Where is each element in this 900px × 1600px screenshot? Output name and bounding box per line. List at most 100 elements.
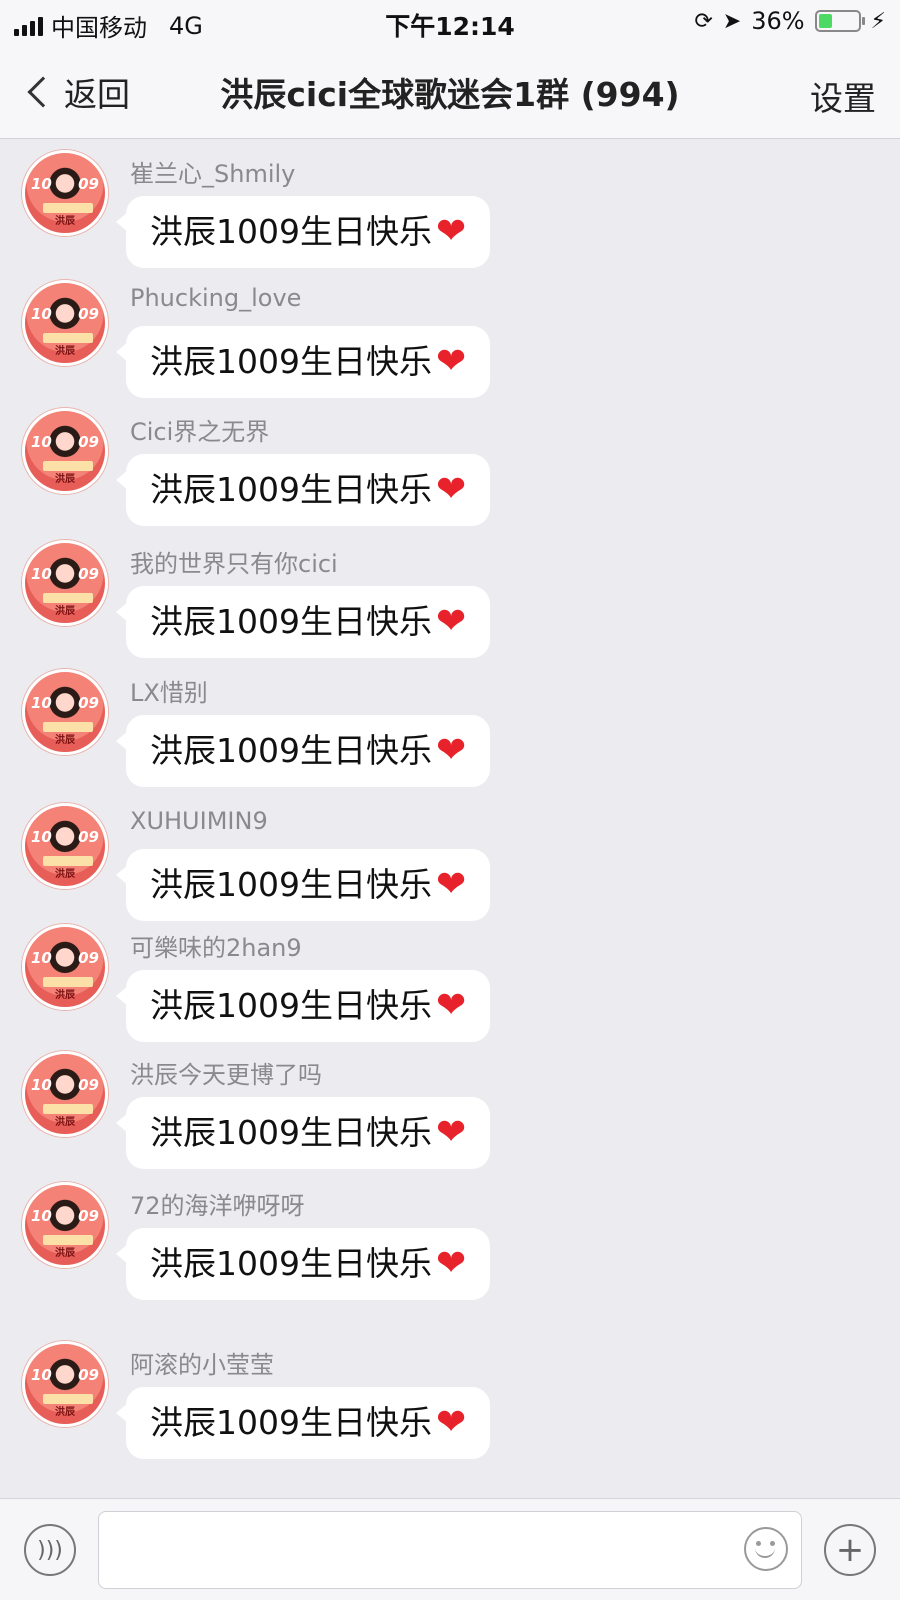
message-input[interactable] <box>98 1511 802 1589</box>
message-bubble[interactable]: 洪辰1009生日快乐 ❤ <box>116 715 491 787</box>
message-bubble[interactable]: 洪辰1009生日快乐 ❤ <box>116 1387 491 1459</box>
avatar[interactable]: 10 09 洪辰 <box>22 280 108 366</box>
bubble-tail <box>116 342 128 362</box>
heart-icon: ❤ <box>435 985 467 1026</box>
avatar-digits-left: 10 <box>31 1366 52 1384</box>
group-title: 洪辰cici全球歌迷会1群 (994) <box>220 75 680 114</box>
avatar-tag: 洪辰 <box>55 990 75 1001</box>
avatar-digits-right: 09 <box>78 694 99 712</box>
avatar-digits: 10 09 <box>25 305 105 323</box>
bubble-tail <box>116 986 128 1006</box>
avatar-tag: 洪辰 <box>55 1407 75 1418</box>
message-bubble[interactable]: 洪辰1009生日快乐 ❤ <box>116 454 491 526</box>
sender-name: 可樂味的2han9 <box>130 934 302 962</box>
message-bubble[interactable]: 洪辰1009生日快乐 ❤ <box>116 196 491 268</box>
input-bar: ))) + <box>0 1498 900 1600</box>
back-button[interactable]: 返回 <box>24 68 130 116</box>
avatar[interactable]: 10 09 洪辰 <box>22 540 108 626</box>
message-text: 洪辰1009生日快乐 <box>150 1113 432 1152</box>
avatar[interactable]: 10 09 洪辰 <box>22 669 108 755</box>
avatar-tag: 洪辰 <box>55 735 75 746</box>
avatar-digits-left: 10 <box>31 949 52 967</box>
avatar-digits-left: 10 <box>31 828 52 846</box>
sender-name: 洪辰今天更博了吗 <box>130 1061 322 1089</box>
avatar-tag: 洪辰 <box>55 346 75 357</box>
sender-name: 阿滚的小莹莹 <box>130 1351 274 1379</box>
avatar-tag: 洪辰 <box>55 869 75 880</box>
avatar[interactable]: 10 09 洪辰 <box>22 1341 108 1427</box>
avatar-digits-left: 10 <box>31 175 52 193</box>
avatar-digits: 10 09 <box>25 565 105 583</box>
message-bubble[interactable]: 洪辰1009生日快乐 ❤ <box>116 1228 491 1300</box>
avatar[interactable]: 10 09 洪辰 <box>22 924 108 1010</box>
emoji-icon[interactable] <box>744 1527 788 1571</box>
orientation-lock-icon: ⟳ <box>694 8 713 34</box>
avatar[interactable]: 10 09 洪辰 <box>22 1182 108 1268</box>
avatar-digits: 10 09 <box>25 175 105 193</box>
chat-message-list[interactable]: 10 09 洪辰 崔兰心_Shmily 洪辰1009生日快乐 ❤ 10 09 洪辰 Phuckin… <box>0 140 900 1498</box>
heart-icon: ❤ <box>435 601 467 642</box>
avatar-digits-left: 10 <box>31 565 52 583</box>
message-text: 洪辰1009生日快乐 <box>150 470 432 509</box>
bubble-tail <box>116 731 128 751</box>
back-label: 返回 <box>64 75 130 114</box>
bubble-tail <box>116 470 128 490</box>
message-text: 洪辰1009生日快乐 <box>150 865 432 904</box>
avatar-digits: 10 09 <box>25 949 105 967</box>
avatar-digits-left: 10 <box>31 1076 52 1094</box>
sender-name: 72的海洋咿呀呀 <box>130 1192 305 1220</box>
bubble-tail <box>116 602 128 622</box>
bubble-tail <box>116 1113 128 1133</box>
chevron-left-icon <box>27 76 59 108</box>
avatar-digits-right: 09 <box>78 949 99 967</box>
avatar[interactable]: 10 09 洪辰 <box>22 408 108 494</box>
nav-bar: 返回 洪辰cici全球歌迷会1群 (994) 设置 <box>0 44 900 139</box>
avatar[interactable]: 10 09 洪辰 <box>22 150 108 236</box>
avatar-tag: 洪辰 <box>55 606 75 617</box>
heart-icon: ❤ <box>435 469 467 510</box>
avatar-digits-right: 09 <box>78 175 99 193</box>
avatar-digits-right: 09 <box>78 1207 99 1225</box>
avatar-digits: 10 09 <box>25 433 105 451</box>
avatar-digits-left: 10 <box>31 433 52 451</box>
battery-percent: 36% <box>751 7 805 35</box>
sender-name: Phucking_love <box>130 284 302 312</box>
message-bubble[interactable]: 洪辰1009生日快乐 ❤ <box>116 849 491 921</box>
avatar-digits-right: 09 <box>78 1076 99 1094</box>
message-text: 洪辰1009生日快乐 <box>150 342 432 381</box>
bubble-tail <box>116 865 128 885</box>
voice-icon[interactable]: ))) <box>24 1524 76 1576</box>
message-bubble[interactable]: 洪辰1009生日快乐 ❤ <box>116 326 491 398</box>
sender-name: Cici界之无界 <box>130 418 270 446</box>
location-icon: ➤ <box>722 8 742 34</box>
message-text: 洪辰1009生日快乐 <box>150 212 432 251</box>
bubble-tail <box>116 1244 128 1264</box>
heart-icon: ❤ <box>435 211 467 252</box>
avatar[interactable]: 10 09 洪辰 <box>22 1051 108 1137</box>
heart-icon: ❤ <box>435 730 467 771</box>
settings-button[interactable]: 设置 <box>810 72 876 120</box>
avatar[interactable]: 10 09 洪辰 <box>22 803 108 889</box>
avatar-digits: 10 09 <box>25 1207 105 1225</box>
avatar-digits: 10 09 <box>25 828 105 846</box>
avatar-tag: 洪辰 <box>55 474 75 485</box>
avatar-digits: 10 09 <box>25 694 105 712</box>
avatar-digits-right: 09 <box>78 828 99 846</box>
avatar-digits-left: 10 <box>31 305 52 323</box>
avatar-digits-right: 09 <box>78 565 99 583</box>
sender-name: LX惜别 <box>130 679 208 707</box>
sender-name: 我的世界只有你cici <box>130 550 338 578</box>
heart-icon: ❤ <box>435 1402 467 1443</box>
avatar-digits: 10 09 <box>25 1076 105 1094</box>
plus-icon[interactable]: + <box>824 1524 876 1576</box>
message-text: 洪辰1009生日快乐 <box>150 1403 432 1442</box>
message-bubble[interactable]: 洪辰1009生日快乐 ❤ <box>116 1097 491 1169</box>
heart-icon: ❤ <box>435 864 467 905</box>
battery-icon <box>814 10 865 32</box>
heart-icon: ❤ <box>435 341 467 382</box>
avatar-digits: 10 09 <box>25 1366 105 1384</box>
message-bubble[interactable]: 洪辰1009生日快乐 ❤ <box>116 970 491 1042</box>
avatar-tag: 洪辰 <box>55 1117 75 1128</box>
bubble-tail <box>116 1403 128 1423</box>
message-bubble[interactable]: 洪辰1009生日快乐 ❤ <box>116 586 491 658</box>
